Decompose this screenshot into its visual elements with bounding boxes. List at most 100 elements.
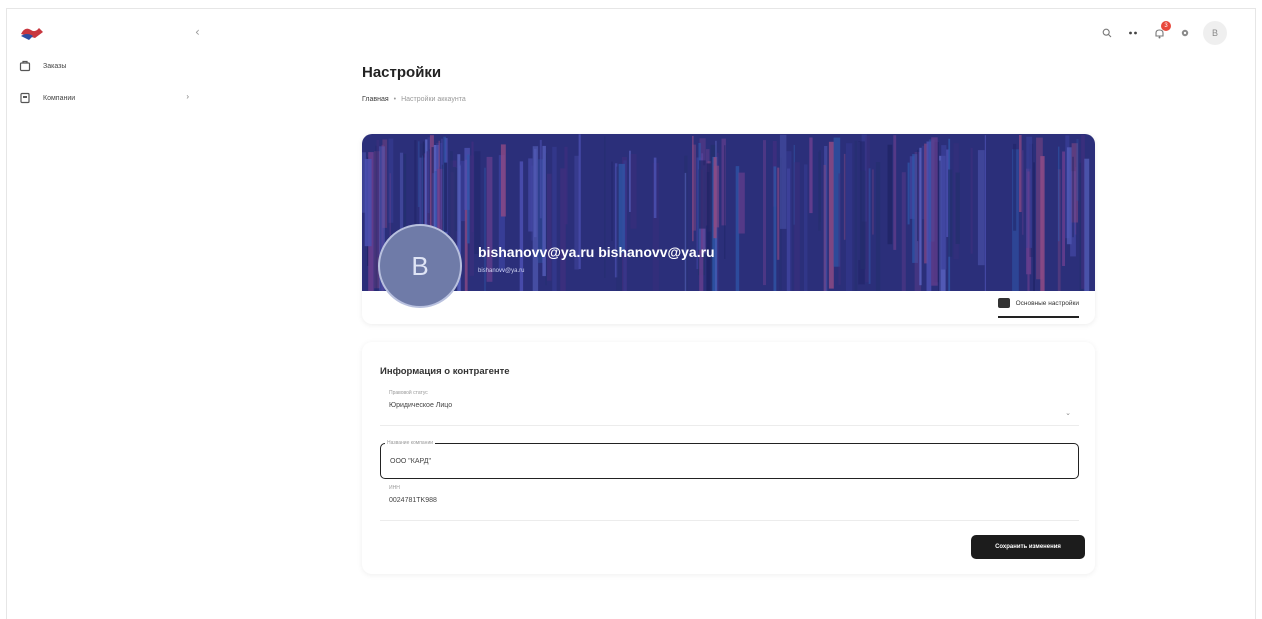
cover-streak	[1021, 150, 1024, 235]
cover-streak	[684, 172, 687, 291]
cover-streak	[630, 154, 637, 229]
cover-streak	[1062, 151, 1065, 266]
cover-streak	[901, 172, 906, 291]
cover-streak	[1074, 167, 1077, 235]
settings-button[interactable]	[1177, 25, 1193, 41]
cover-streak	[364, 158, 372, 247]
cover-streak	[875, 162, 881, 291]
page-title: Настройки	[362, 64, 442, 81]
legal-status-value: Юридическое Лицо	[389, 402, 453, 409]
company-name-value: ООО "КАРД"	[390, 458, 431, 465]
cover-streak	[838, 173, 841, 285]
cover-streak	[486, 156, 493, 282]
sidebar: ‹ Заказы Компании ›	[7, 9, 207, 619]
cover-streak	[1033, 162, 1035, 291]
cover-streak	[919, 147, 922, 286]
tab-main-settings[interactable]: Основные настройки	[997, 298, 1079, 318]
save-changes-button[interactable]: Сохранить изменения	[971, 535, 1085, 559]
cover-streak	[846, 143, 853, 291]
inn-field[interactable]: ИНН 0024781TK988	[380, 485, 1079, 521]
breadcrumb-current: Настройки аккаунта	[401, 96, 466, 103]
search-button[interactable]	[1099, 25, 1115, 41]
profile-name: bishanovv@ya.ru bishanovv@ya.ru	[478, 244, 715, 260]
more-dots-icon	[1129, 31, 1137, 35]
breadcrumb-home[interactable]: Главная	[362, 96, 389, 103]
cover-streak	[977, 150, 985, 266]
cover-streak	[738, 172, 745, 234]
cover-streak	[692, 144, 696, 231]
cover-streak	[539, 139, 542, 219]
brand-logo[interactable]	[19, 24, 49, 42]
cover-streak	[984, 135, 986, 291]
profile-email: bishanovv@ya.ru	[478, 268, 525, 274]
orders-icon	[19, 60, 31, 72]
cover-streak	[699, 160, 706, 229]
cover-streak	[546, 173, 552, 281]
cover-streak	[828, 141, 834, 289]
cover-streak	[854, 140, 858, 291]
cover-streak	[1058, 146, 1060, 242]
cover-streak	[948, 169, 953, 257]
cover-streak	[843, 153, 846, 240]
cover-streak	[534, 148, 537, 238]
cover-streak	[376, 139, 380, 258]
cover-streak	[653, 157, 657, 218]
tab-label: Основные настройки	[1015, 299, 1079, 307]
user-avatar[interactable]: B	[1203, 21, 1227, 45]
cover-streak	[552, 146, 557, 291]
profile-card: B bishanovv@ya.ru bishanovv@ya.ru bishan…	[362, 134, 1095, 324]
cover-streak	[724, 145, 726, 259]
cover-streak	[471, 141, 474, 233]
cover-streak	[467, 154, 470, 244]
collapse-sidebar-button[interactable]: ‹	[195, 25, 200, 39]
cover-streak	[564, 146, 568, 225]
notification-badge: 3	[1161, 21, 1171, 31]
cover-streak	[872, 169, 874, 235]
legal-status-select[interactable]: Правовой статус Юридическое Лицо ⌄	[380, 390, 1079, 426]
cover-streak	[809, 137, 813, 214]
breadcrumb: Главная • Настройки аккаунта	[362, 96, 466, 103]
cover-streak	[804, 164, 808, 291]
search-icon	[1102, 28, 1112, 38]
cover-streak	[629, 150, 631, 212]
cover-streak	[955, 172, 960, 244]
cover-streak	[1076, 139, 1079, 201]
cover-streak	[763, 140, 766, 286]
cover-streak	[417, 141, 420, 207]
cover-streak	[931, 137, 938, 286]
cover-streak	[860, 170, 866, 270]
gear-icon	[1181, 29, 1189, 37]
inn-label: ИНН	[389, 485, 400, 491]
cover-streak	[1040, 156, 1045, 291]
app-window: ‹ Заказы Компании › 3 B Настройки Главна…	[6, 8, 1256, 619]
profile-avatar[interactable]: B	[378, 224, 462, 308]
cover-streak	[1084, 158, 1090, 291]
cover-streak	[917, 149, 919, 242]
companies-icon	[20, 92, 30, 104]
chevron-right-icon: ›	[186, 92, 189, 101]
cover-streak	[887, 144, 893, 245]
sidebar-item-label: Заказы	[43, 62, 67, 70]
cover-streak	[970, 147, 973, 254]
cover-streak	[618, 163, 625, 253]
sidebar-item-orders[interactable]: Заказы	[19, 56, 189, 76]
company-name-label: Название компании	[385, 440, 436, 446]
id-card-icon	[997, 298, 1010, 308]
cover-streak	[528, 158, 533, 232]
cover-streak	[611, 161, 613, 241]
cover-streak	[444, 162, 448, 232]
notifications-button[interactable]: 3	[1151, 21, 1171, 41]
cover-streak	[794, 162, 800, 291]
section-title: Информация о контрагенте	[380, 366, 510, 377]
chevron-down-icon: ⌄	[1065, 410, 1071, 417]
cover-streak	[777, 167, 780, 260]
cover-streak	[1027, 171, 1030, 291]
company-name-field[interactable]: Название компании ООО "КАРД"	[380, 440, 1079, 479]
cover-streak	[787, 168, 790, 291]
cover-streak	[500, 144, 506, 217]
sidebar-item-companies[interactable]: Компании ›	[19, 88, 189, 108]
cover-streak	[938, 160, 941, 291]
more-button[interactable]	[1125, 25, 1141, 41]
counterparty-info-card: Информация о контрагенте Правовой статус…	[362, 342, 1095, 574]
cover-streak	[907, 162, 910, 225]
